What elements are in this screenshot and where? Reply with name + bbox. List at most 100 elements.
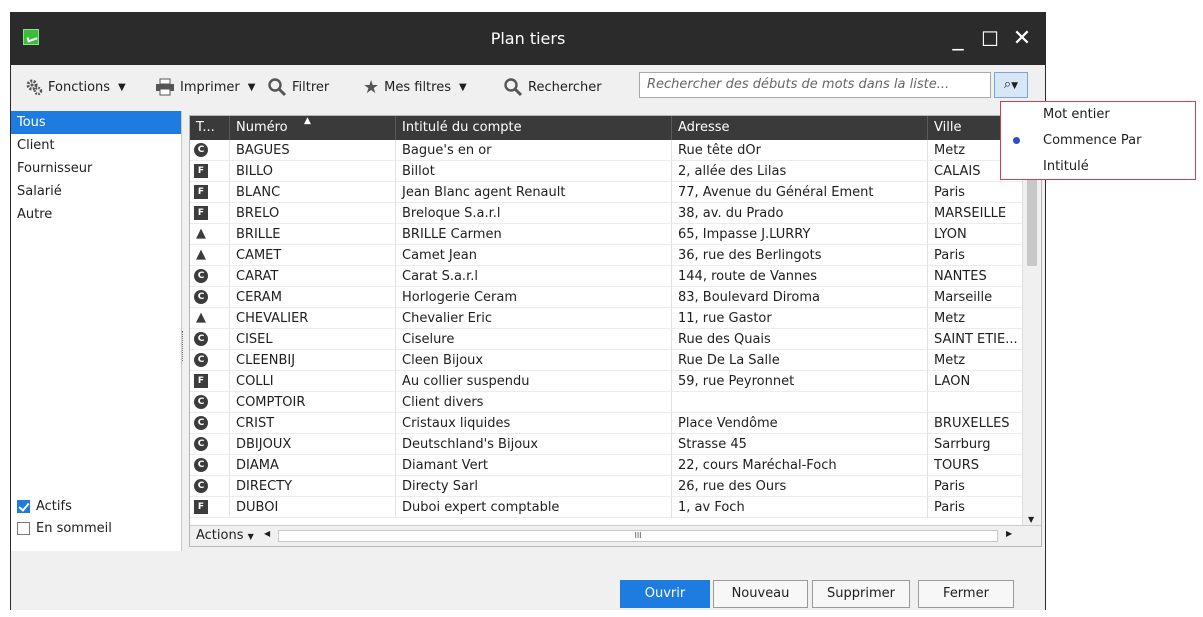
table-row[interactable]: C COMPTOIR Client divers (190, 392, 1023, 413)
type-cell: C (190, 413, 230, 434)
table-row[interactable]: C CRIST Cristaux liquides Place Vendôme BRUX… (190, 413, 1023, 434)
sidebar-item-tous[interactable]: Tous (11, 111, 181, 134)
scroll-down-icon[interactable]: ▼ (1028, 515, 1034, 524)
fournisseur-icon: F (194, 185, 208, 199)
maximize-button[interactable]: ☐ (975, 22, 1005, 56)
ouvrir-button[interactable]: Ouvrir (620, 580, 710, 608)
ville-cell: Paris (928, 245, 1023, 266)
actifs-checkbox[interactable]: Actifs (17, 495, 112, 517)
horizontal-scrollbar-thumb[interactable]: III (278, 530, 998, 542)
ville-cell: TOURS (928, 455, 1023, 476)
magnifier-icon (268, 78, 287, 97)
column-header-adresse[interactable]: Adresse (672, 116, 928, 140)
table-footer-bar: Actions ▼ ◀ III ▶ (190, 525, 1041, 546)
menu-item-mot-entier[interactable]: Mot entier (1001, 102, 1195, 128)
imprimer-button[interactable]: Imprimer ▼ (155, 77, 255, 97)
search-input[interactable]: Rechercher des débuts de mots dans la li… (639, 72, 991, 98)
horizontal-scrollbar[interactable]: ◀ III ▶ (260, 529, 1020, 543)
close-button[interactable]: ✕ (1007, 22, 1037, 56)
checkbox-checked-icon (17, 499, 30, 513)
salarie-icon: ▲ (196, 247, 206, 262)
intitule-cell: Cleen Bijoux (396, 350, 672, 371)
ville-cell: Marseille (928, 287, 1023, 308)
sidebar-item-fournisseur[interactable]: Fournisseur (11, 157, 181, 180)
table-row[interactable]: ▲ CAMET Camet Jean 36, rue des Berlingots Pa… (190, 245, 1023, 266)
supprimer-button[interactable]: Supprimer (812, 580, 910, 608)
type-cell: C (190, 329, 230, 350)
mes-filtres-button[interactable]: ★ Mes filtres ▼ (363, 76, 467, 98)
adresse-cell: Place Vendôme (672, 413, 928, 434)
table-header: T... Numéro ▲ Intitulé du compte Adresse… (190, 116, 1041, 140)
fonctions-label: Fonctions (48, 79, 111, 95)
ville-cell (928, 392, 1023, 413)
mes-filtres-label: Mes filtres (384, 79, 451, 95)
intitule-cell: Diamant Vert (396, 455, 672, 476)
table-row[interactable]: C DIAMA Diamant Vert 22, cours Maréchal-Foc… (190, 455, 1023, 476)
numero-cell: BLANC (230, 182, 396, 203)
scroll-right-icon[interactable]: ▶ (1006, 529, 1012, 538)
table-row[interactable]: C CERAM Horlogerie Ceram 83, Boulevard Diro… (190, 287, 1023, 308)
sort-ascending-icon: ▲ (304, 116, 311, 126)
table-row[interactable]: F DUBOI Duboi expert comptable 1, av Foch Pa… (190, 497, 1023, 518)
en-sommeil-checkbox[interactable]: En sommeil (17, 517, 112, 539)
splitter-handle[interactable] (182, 331, 186, 361)
table-row[interactable]: C CARAT Carat S.a.r.l 144, route de Vannes N… (190, 266, 1023, 287)
actions-dropdown[interactable]: Actions ▼ (196, 528, 254, 543)
adresse-cell: 26, rue des Ours (672, 476, 928, 497)
adresse-cell: Rue De La Salle (672, 350, 928, 371)
star-icon: ★ (363, 76, 380, 98)
status-filters: Actifs En sommeil (17, 495, 112, 539)
type-cell: C (190, 392, 230, 413)
sidebar-item-client[interactable]: Client (11, 134, 181, 157)
column-header-numero[interactable]: Numéro ▲ (230, 116, 396, 140)
intitule-cell: Billot (396, 161, 672, 182)
ville-cell: NANTES (928, 266, 1023, 287)
table-row[interactable]: C CISEL Ciselure Rue des Quais SAINT ETIE... (190, 329, 1023, 350)
intitule-cell: Directy Sarl (396, 476, 672, 497)
table-row[interactable]: F BILLO Billot 2, allée des Lilas CALAIS (190, 161, 1023, 182)
fonctions-button[interactable]: Fonctions ▼ (25, 77, 126, 97)
ville-cell: Paris (928, 476, 1023, 497)
search-mode-menu: Mot entier Commence Par Intitulé (1000, 101, 1196, 180)
column-header-intitule[interactable]: Intitulé du compte (396, 116, 672, 140)
table-row[interactable]: ▲ BRILLE BRILLE Carmen 65, Impasse J.LURRY L… (190, 224, 1023, 245)
menu-item-intitule[interactable]: Intitulé (1001, 154, 1195, 180)
minimize-button[interactable]: _ (943, 22, 973, 56)
table-row[interactable]: C BAGUES Bague's en or Rue tête dOr Metz (190, 140, 1023, 161)
numero-cell: CERAM (230, 287, 396, 308)
menu-item-commence-par[interactable]: Commence Par (1001, 128, 1195, 154)
table-row[interactable]: F BLANC Jean Blanc agent Renault 77, Avenue… (190, 182, 1023, 203)
sidebar-item-salarie[interactable]: Salarié (11, 180, 181, 203)
table-row[interactable]: F BRELO Breloque S.a.r.l 38, av. du Prado MA… (190, 203, 1023, 224)
column-header-type[interactable]: T... (190, 116, 230, 140)
type-cell: F (190, 161, 230, 182)
ville-cell: Paris (928, 497, 1023, 518)
table-row[interactable]: C DBIJOUX Deutschland's Bijoux Strasse 45 Sa… (190, 434, 1023, 455)
table-row[interactable]: ▲ CHEVALIER Chevalier Eric 11, rue Gastor Me… (190, 308, 1023, 329)
dialog-footer: Ouvrir Nouveau Supprimer Fermer (11, 558, 1045, 610)
search-options-button[interactable]: ⌕▼ (994, 72, 1028, 98)
fournisseur-icon: F (194, 164, 208, 178)
client-icon: C (194, 143, 208, 157)
numero-cell: DIAMA (230, 455, 396, 476)
type-cell: C (190, 140, 230, 161)
printer-icon (156, 78, 174, 96)
intitule-cell: Jean Blanc agent Renault (396, 182, 672, 203)
adresse-cell: 144, route de Vannes (672, 266, 928, 287)
fermer-button[interactable]: Fermer (918, 580, 1014, 608)
numero-cell: CAMET (230, 245, 396, 266)
table-row[interactable]: C DIRECTY Directy Sarl 26, rue des Ours Pari… (190, 476, 1023, 497)
filtrer-button[interactable]: Filtrer (267, 77, 329, 97)
table-row[interactable]: F COLLI Au collier suspendu 59, rue Peyronn… (190, 371, 1023, 392)
table-row[interactable]: C CLEENBIJ Cleen Bijoux Rue De La Salle Metz (190, 350, 1023, 371)
nouveau-button[interactable]: Nouveau (713, 580, 808, 608)
scroll-left-icon[interactable]: ◀ (264, 529, 270, 538)
numero-cell: CHEVALIER (230, 308, 396, 329)
numero-cell: BAGUES (230, 140, 396, 161)
sidebar-item-autre[interactable]: Autre (11, 203, 181, 226)
adresse-cell: Rue des Quais (672, 329, 928, 350)
rechercher-button[interactable]: Rechercher (503, 77, 602, 97)
numero-cell: DIRECTY (230, 476, 396, 497)
intitule-cell: Deutschland's Bijoux (396, 434, 672, 455)
vertical-scrollbar[interactable]: ▼ (1022, 140, 1041, 526)
